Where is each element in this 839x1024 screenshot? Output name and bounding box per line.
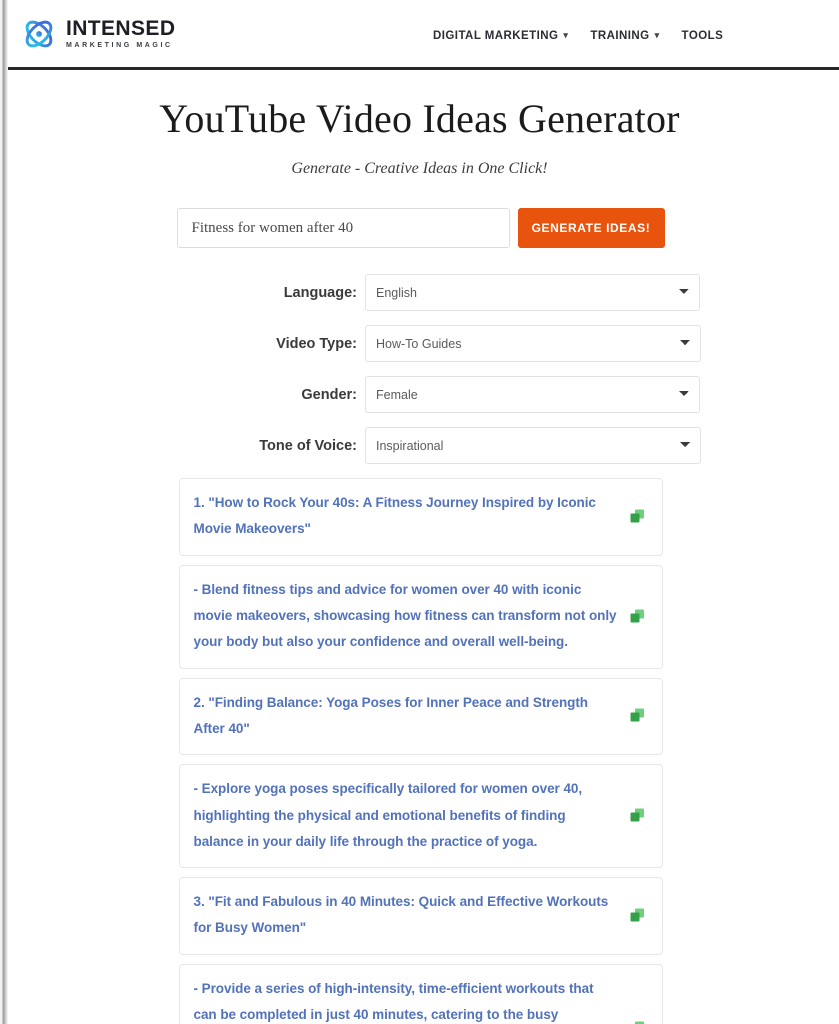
result-text: 1. "How to Rock Your 40s: A Fitness Jour… [193, 495, 596, 537]
results-list: 1. "How to Rock Your 40s: A Fitness Jour… [177, 478, 663, 1024]
copy-icon[interactable] [628, 506, 648, 526]
brand-tagline: MARKETING MAGIC [66, 42, 173, 49]
left-edge-scrollbar [0, 0, 8, 1024]
site-header: INTENSED MARKETING MAGIC DIGITAL MARKETI… [0, 0, 839, 70]
brand-wordmark: INTENSED MARKETING MAGIC [66, 18, 175, 49]
result-card: - Blend fitness tips and advice for wome… [178, 564, 663, 669]
label-video-type: Video Type: [276, 335, 357, 352]
copy-icon[interactable] [628, 706, 648, 726]
nav-label-digital-marketing: DIGITAL MARKETING [433, 30, 559, 42]
label-language: Language: [283, 284, 357, 301]
result-card: 2. "Finding Balance: Yoga Poses for Inne… [178, 677, 663, 756]
nav-item-digital-marketing[interactable]: DIGITAL MARKETING ▾ [433, 29, 569, 43]
result-card: 3. "Fit and Fabulous in 40 Minutes: Quic… [178, 877, 663, 955]
select-language[interactable]: English [365, 274, 700, 311]
nav-label-training: TRAINING [590, 30, 650, 42]
nav-item-tools[interactable]: TOOLS [682, 30, 724, 42]
result-card: - Provide a series of high-intensity, ti… [178, 963, 663, 1024]
field-row-video-type: Video Type: How-To Guides [0, 325, 839, 362]
nav-item-training[interactable]: TRAINING ▾ [590, 29, 660, 43]
generate-ideas-button[interactable]: GENERATE IDEAS! [517, 208, 665, 248]
copy-icon[interactable] [628, 806, 648, 826]
brand-logo-link[interactable]: INTENSED MARKETING MAGIC [20, 17, 175, 51]
nav-label-tools: TOOLS [681, 30, 724, 42]
result-text: - Blend fitness tips and advice for wome… [193, 581, 617, 650]
copy-icon[interactable] [628, 606, 648, 626]
page-subtitle: Generate - Creative Ideas in One Click! [291, 160, 548, 177]
chevron-down-icon: ▾ [654, 29, 660, 40]
generator-search-row: GENERATE IDEAS! [175, 208, 665, 248]
result-card: - Explore yoga poses specifically tailor… [178, 764, 663, 869]
result-text: 2. "Finding Balance: Yoga Poses for Inne… [193, 694, 589, 736]
result-text: - Explore yoga poses specifically tailor… [193, 781, 583, 849]
brand-name: INTENSED [66, 17, 176, 40]
chevron-down-icon: ▾ [563, 29, 569, 40]
atom-orbit-icon [25, 20, 53, 47]
result-text: 3. "Fit and Fabulous in 40 Minutes: Quic… [193, 894, 609, 936]
field-row-language: Language: English [0, 274, 839, 311]
select-tone-of-voice[interactable]: Inspirational [365, 427, 701, 464]
result-text: - Provide a series of high-intensity, ti… [193, 980, 594, 1023]
label-gender: Gender: [301, 386, 357, 403]
copy-icon[interactable] [628, 1018, 648, 1024]
result-card: 1. "How to Rock Your 40s: A Fitness Jour… [178, 478, 663, 556]
label-tone-of-voice: Tone of Voice: [259, 437, 357, 454]
copy-icon[interactable] [628, 905, 648, 925]
field-row-gender: Gender: Female [0, 376, 839, 413]
page-content: YouTube Video Ideas Generator Generate -… [0, 70, 839, 1024]
select-video-type[interactable]: How-To Guides [365, 325, 701, 362]
generator-options-form: Language: English Video Type: How-To Gui… [0, 274, 839, 464]
field-row-tone-of-voice: Tone of Voice: Inspirational [0, 427, 839, 464]
select-gender[interactable]: Female [365, 376, 700, 413]
page-title: YouTube Video Ideas Generator [159, 96, 680, 141]
topic-input[interactable] [176, 208, 510, 248]
main-navigation: DIGITAL MARKETING ▾ TRAINING ▾ TOOLS [433, 29, 724, 43]
